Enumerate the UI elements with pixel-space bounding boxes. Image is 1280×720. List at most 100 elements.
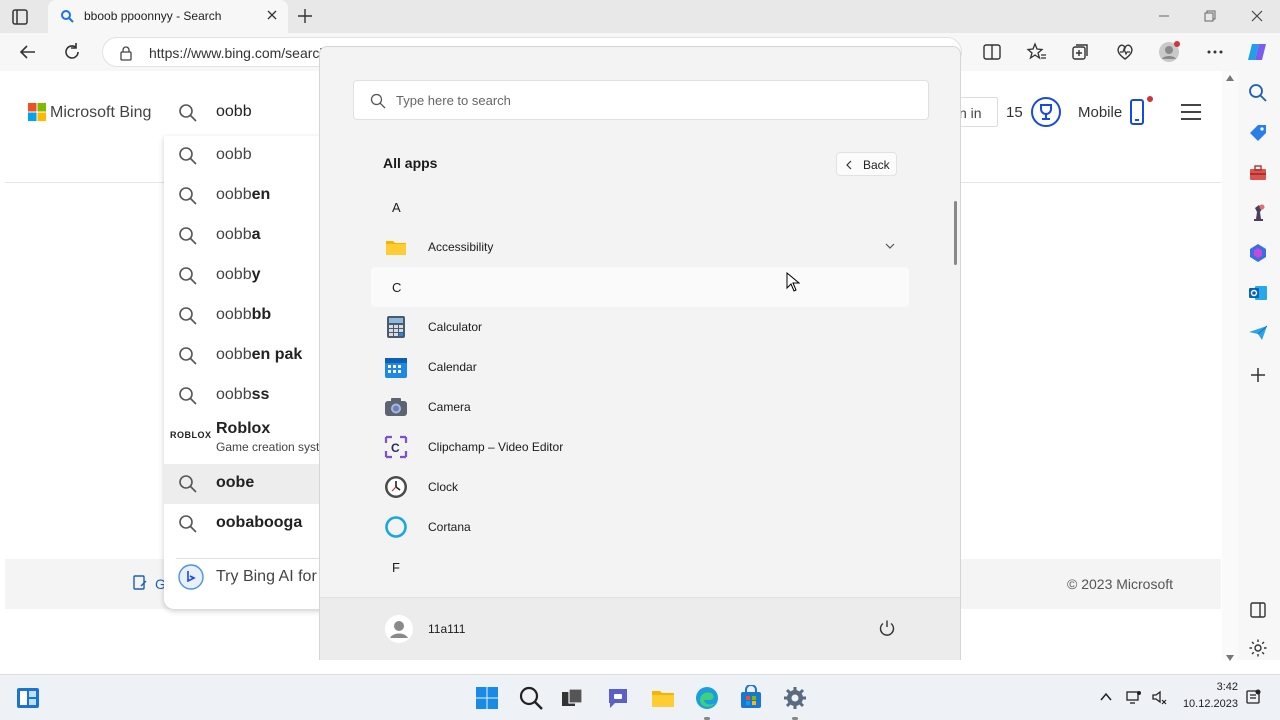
suggestion-item[interactable]: oobb [164,136,324,176]
power-icon[interactable] [878,619,896,637]
bing-logo[interactable]: Microsoft Bing [28,103,178,125]
close-tab-icon[interactable] [264,7,280,23]
tools-toolbox-icon[interactable] [1248,163,1268,183]
scroll-up-icon[interactable] [1226,75,1234,81]
chevron-up-icon[interactable] [1098,689,1114,705]
clock-time[interactable]: 3:42 [1182,681,1238,693]
app-clipchamp[interactable]: C Clipchamp – Video Editor [371,427,909,467]
minimize-icon[interactable] [1156,8,1172,24]
page-scrollbar[interactable] [1222,71,1238,661]
rewards-trophy-icon[interactable] [1030,96,1062,128]
scroll-down-icon[interactable] [1226,655,1234,661]
network-speaker-icon[interactable] [1151,689,1167,705]
display-icon[interactable] [1126,689,1142,705]
app-name: Clock [428,480,459,494]
send-telegram-icon[interactable] [1248,323,1268,343]
mobile-phone-icon[interactable] [1128,96,1154,128]
more-menu-icon[interactable] [1204,41,1226,63]
chevron-down-icon[interactable] [885,242,895,250]
start-search-input[interactable] [396,90,896,110]
settings-app-icon[interactable] [782,685,808,711]
notification-center-icon[interactable] [1245,689,1261,705]
start-search-box[interactable] [353,80,929,120]
teams-chat-icon[interactable] [605,685,631,711]
suggestion-item[interactable]: oobbss [164,376,324,416]
suggestion-item[interactable]: oobbbb [164,296,324,336]
try-bing-ai-link[interactable]: Try Bing AI for [216,568,317,586]
close-window-icon[interactable] [1249,8,1265,24]
hamburger-menu-icon[interactable] [1180,103,1202,121]
search-icon [370,93,386,109]
search-icon[interactable] [1248,83,1268,103]
browser-essentials-icon[interactable] [1114,41,1136,63]
app-calendar[interactable]: Calendar [371,347,909,387]
app-name: Calendar [428,360,477,374]
user-name[interactable]: 11a111 [428,622,465,636]
entity-title: Roblox [216,420,271,437]
suggestion-item[interactable]: oobby [164,256,324,296]
settings-gear-icon[interactable] [1248,638,1268,658]
copilot-icon[interactable] [1246,41,1268,63]
app-cortana[interactable]: Cortana [371,507,909,547]
suggestion-item[interactable]: oobben [164,176,324,216]
suggestion-completion: a [251,226,261,243]
feedback-icon[interactable] [132,575,148,591]
widgets-icon[interactable] [15,685,41,711]
restore-icon[interactable] [1202,8,1218,24]
split-screen-icon[interactable] [981,41,1003,63]
app-camera[interactable]: Camera [371,387,909,427]
app-calculator[interactable]: Calculator [371,307,909,347]
favorites-icon[interactable] [1025,41,1047,63]
suggestion-completion: en [251,186,271,203]
app-list-scrollbar[interactable] [954,201,957,265]
calendar-icon [385,358,407,378]
letter-header-a[interactable]: A [371,187,909,227]
profile-avatar-icon[interactable] [1158,41,1180,63]
entity-suggestion-roblox[interactable]: ROBLOX Roblox Game creation syst [164,416,324,464]
start-menu: All apps Back A Accessibility C Calculat… [319,46,961,660]
collections-icon[interactable] [1069,41,1091,63]
file-explorer-icon[interactable] [650,685,676,711]
app-accessibility[interactable]: Accessibility [371,227,909,267]
microsoft-365-icon[interactable] [1248,243,1268,263]
search-box[interactable]: oobb [164,91,324,136]
games-chess-icon[interactable] [1248,203,1268,223]
entity-subtitle: Game creation syst [216,440,320,454]
add-sidebar-app-icon[interactable] [1248,365,1268,385]
clipchamp-icon: C [384,435,408,459]
roblox-logo: ROBLOX [170,430,212,440]
shopping-tag-icon[interactable] [1248,123,1268,143]
url-text[interactable]: https://www.bing.com/search [149,45,329,61]
tab-actions-icon[interactable] [10,7,30,27]
suggestion-item[interactable]: oobe [164,464,324,504]
cortana-icon [385,516,407,538]
outlook-icon[interactable] [1248,283,1268,303]
new-tab-icon[interactable] [296,7,314,25]
browser-titlebar: bboob ppoonnyy - Search [0,0,1280,33]
microsoft-store-icon[interactable] [738,685,764,711]
windows-start-icon[interactable] [474,685,500,711]
suggestion-item[interactable]: oobben pak [164,336,324,376]
suggestion-prefix: oobb [216,226,252,243]
suggestion-item[interactable]: oobabooga [164,504,324,544]
bing-chat-icon[interactable] [178,564,204,590]
refresh-icon[interactable] [61,41,83,63]
letter-header-f[interactable]: F [371,547,909,587]
user-avatar-icon[interactable] [385,615,413,643]
app-clock[interactable]: Clock [371,467,909,507]
lock-icon[interactable] [119,45,133,61]
search-query[interactable]: oobb [216,103,252,121]
edge-browser-icon[interactable] [694,685,720,711]
taskbar-search-icon[interactable] [518,685,544,711]
rewards-points[interactable]: 15 [1006,104,1023,121]
clock-date[interactable]: 10.12.2023 [1182,698,1238,710]
mobile-label[interactable]: Mobile [1078,104,1122,121]
task-view-icon[interactable] [559,685,585,711]
browser-tab[interactable]: bboob ppoonnyy - Search [48,0,288,33]
suggestion-item[interactable]: oobba [164,216,324,256]
suggestion-completion: en pak [251,346,303,363]
letter-header-c[interactable]: C [371,267,909,307]
back-arrow-icon[interactable] [17,41,39,63]
sidebar-layout-icon[interactable] [1248,600,1268,620]
back-button[interactable]: Back [836,152,897,176]
